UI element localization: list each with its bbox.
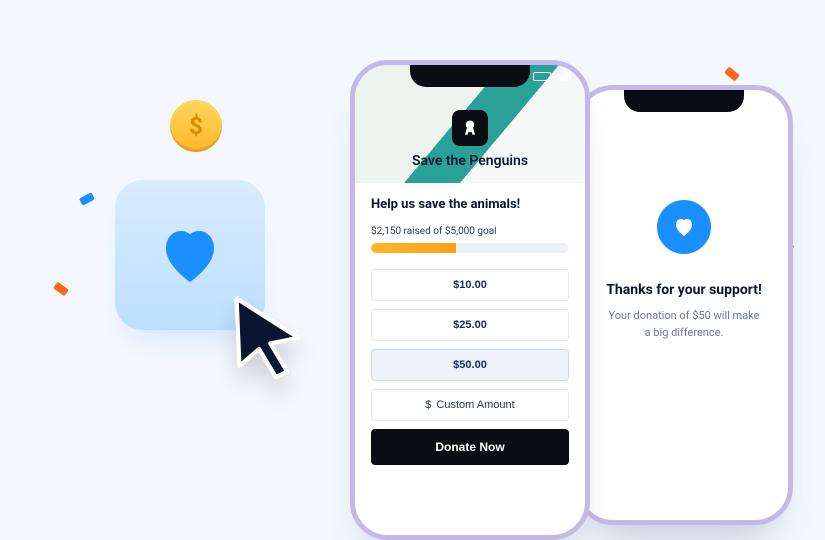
dollar-sign-icon: $	[189, 112, 203, 140]
confetti-icon	[724, 66, 740, 81]
thank-you-message: Your donation of $50 will make a big dif…	[580, 308, 788, 341]
amount-option-10[interactable]: $10.00	[371, 269, 569, 301]
heart-icon	[154, 219, 226, 291]
phone-notch	[624, 90, 744, 112]
org-name: Save the Penguins	[355, 153, 585, 169]
org-logo	[452, 110, 488, 146]
thank-you-title: Thanks for your support!	[580, 282, 788, 298]
battery-icon	[533, 72, 551, 81]
donation-illustration: $	[60, 105, 320, 405]
cursor-icon	[225, 290, 310, 380]
amount-option-25[interactable]: $25.00	[371, 309, 569, 341]
progress-fill	[371, 243, 456, 253]
coin-icon: $	[170, 100, 222, 152]
donate-now-button[interactable]: Donate Now	[371, 429, 569, 465]
campaign-headline: Help us save the animals!	[371, 197, 569, 212]
phone-notch	[410, 65, 530, 87]
signal-icon	[560, 71, 571, 81]
custom-amount-button[interactable]: $ Custom Amount	[371, 389, 569, 421]
progress-text: $2,150 raised of $5,000 goal	[371, 226, 569, 237]
donation-form-phone: Save the Penguins Help us save the anima…	[350, 60, 590, 540]
penguin-icon	[460, 118, 480, 138]
confetti-icon	[53, 282, 69, 297]
dollar-sign-icon: $	[425, 399, 431, 411]
confetti-icon	[79, 192, 95, 206]
amount-option-50[interactable]: $50.00	[371, 349, 569, 381]
thank-you-phone: Thanks for your support! Your donation o…	[575, 85, 793, 525]
success-heart-icon	[657, 200, 711, 254]
progress-bar	[371, 243, 569, 253]
custom-amount-label: Custom Amount	[436, 399, 514, 411]
